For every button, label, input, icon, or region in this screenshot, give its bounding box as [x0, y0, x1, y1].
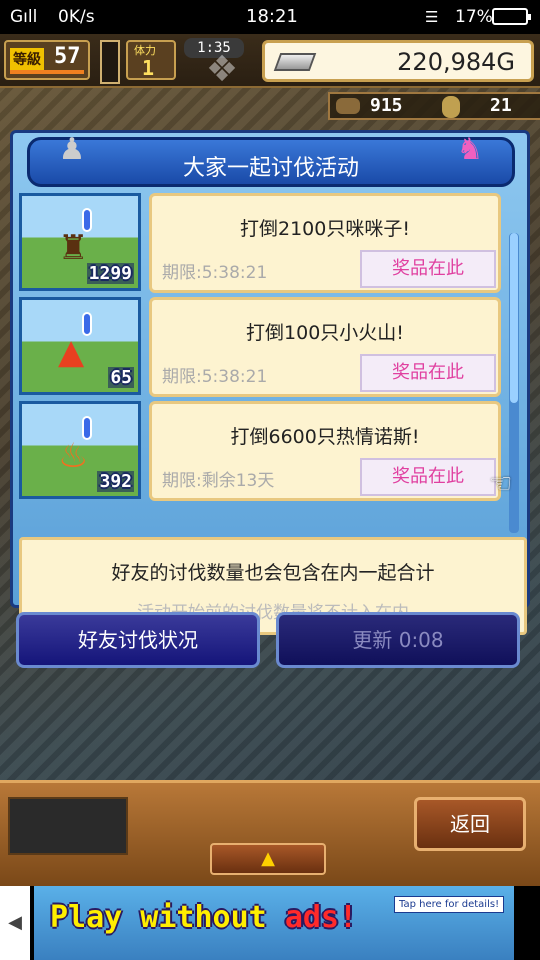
- mission-item: ♜ 1299 打倒2100只咪咪子! 期限:5:38:21 奖品在此: [19, 193, 511, 293]
- reward-button[interactable]: 奖品在此: [360, 354, 496, 392]
- mission-thumbnail: ♜ 1299: [19, 193, 141, 291]
- battery-percent: 17%: [455, 7, 493, 27]
- refresh-button[interactable]: 更新 0:08: [276, 612, 520, 668]
- grass-icon: [336, 98, 360, 114]
- resource-bar: 915 21: [328, 92, 540, 120]
- pointing-hand-icon: ☜: [489, 469, 513, 499]
- signal-indicator: Gıll: [10, 7, 38, 27]
- gold-box: 220,984G: [262, 40, 534, 82]
- medal-icon: [442, 96, 460, 118]
- level-progress-bar: [10, 70, 84, 74]
- mission-count: 392: [97, 471, 134, 492]
- mission-title: 打倒100只小火山!: [246, 322, 404, 344]
- beast-icon: ♜: [58, 228, 89, 268]
- info-text: 好友的讨伐数量也会包含在内一起合计: [111, 562, 435, 584]
- mission-thumbnail: ♨ 392: [19, 401, 141, 499]
- mission-card: 打倒2100只咪咪子! 期限:5:38:21 奖品在此: [149, 193, 501, 293]
- event-panel: ♟ 大家一起讨伐活动 ♞ ♜ 1299 打倒2100只咪咪子! 期限:5:38:…: [10, 130, 530, 635]
- stamina-box: 体力 1: [126, 40, 176, 80]
- mission-card: 打倒100只小火山! 期限:5:38:21 奖品在此: [149, 297, 501, 397]
- expand-button[interactable]: ▲: [210, 843, 326, 875]
- top-bar: 等級 57 体力 1 1:35 ❖ 220,984G: [0, 34, 540, 88]
- mission-thumbnail: ▲ 65: [19, 297, 141, 395]
- mission-count: 65: [108, 367, 134, 388]
- mission-item: ▲ 65 打倒100只小火山! 期限:5:38:21 奖品在此: [19, 297, 511, 397]
- mission-title: 打倒6600只热情诺斯!: [230, 426, 420, 448]
- level-box: 等級 57: [4, 40, 90, 80]
- mission-card: 打倒6600只热情诺斯! 期限:剩余13天 奖品在此: [149, 401, 501, 501]
- ad-text-ads: ads!: [284, 900, 358, 935]
- mission-title: 打倒2100只咪咪子!: [240, 218, 410, 240]
- chevron-up-icon: ▲: [261, 848, 275, 869]
- mission-deadline: 期限:剩余13天: [162, 471, 275, 491]
- panel-title: 大家一起讨伐活动: [182, 156, 359, 181]
- mission-deadline: 期限:5:38:21: [162, 367, 268, 387]
- wifi-icon: ☰: [425, 8, 439, 26]
- mission-item: ♨ 392 打倒6600只热情诺斯! 期限:剩余13天 奖品在此: [19, 401, 511, 501]
- status-bar: Gıll 0K/s 18:21 ☰ 17%: [0, 0, 540, 34]
- level-value: 57: [54, 44, 81, 69]
- flame-spirit-icon: ♨: [58, 436, 89, 476]
- bottom-bar: 返回 ▲: [0, 780, 540, 886]
- gold-value: 220,984G: [397, 48, 515, 76]
- reward-button[interactable]: 奖品在此: [360, 250, 496, 288]
- clock: 18:21: [246, 6, 298, 27]
- battery-icon: [492, 8, 531, 25]
- chevron-left-icon[interactable]: ◀: [0, 886, 30, 960]
- ad-banner[interactable]: ◀ Play without ads! Tap here for details…: [0, 886, 540, 960]
- level-label: 等級: [10, 48, 44, 70]
- dpad-icon[interactable]: ❖: [198, 52, 246, 88]
- friend-status-button[interactable]: 好友讨伐状况: [16, 612, 260, 668]
- title-bar: ♟ 大家一起讨伐活动 ♞: [27, 132, 515, 187]
- fire-icon: ▲: [58, 332, 85, 372]
- network-speed: 0K/s: [58, 7, 95, 27]
- empty-slot: [8, 797, 128, 855]
- mission-deadline: 期限:5:38:21: [162, 263, 268, 283]
- stamina-gauge: [100, 40, 120, 84]
- scroll-thumb[interactable]: [510, 233, 518, 403]
- mission-list[interactable]: ♜ 1299 打倒2100只咪咪子! 期限:5:38:21 奖品在此 ▲ 65 …: [19, 193, 515, 503]
- back-button[interactable]: 返回: [414, 797, 526, 851]
- stamina-value: 1: [142, 56, 155, 80]
- ad-text-main: Play without: [50, 900, 285, 935]
- gold-bar-icon: [273, 53, 317, 71]
- grass-value: 915: [370, 95, 403, 116]
- ad-headline: Play without ads!: [50, 900, 357, 935]
- ad-tap-label[interactable]: Tap here for details!: [394, 896, 505, 913]
- mission-count: 1299: [86, 263, 134, 284]
- game-screen: 等級 57 体力 1 1:35 ❖ 220,984G 915 21 ♟ 大家一起…: [0, 34, 540, 886]
- medal-value: 21: [490, 95, 512, 116]
- ad-content[interactable]: Play without ads! Tap here for details!: [34, 886, 514, 960]
- knight-pink-icon: ♞: [456, 132, 484, 167]
- reward-button[interactable]: 奖品在此: [360, 458, 496, 496]
